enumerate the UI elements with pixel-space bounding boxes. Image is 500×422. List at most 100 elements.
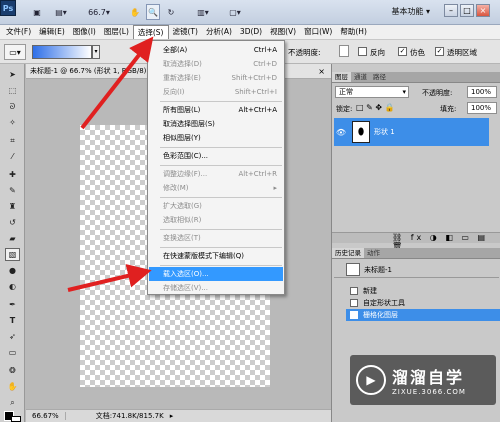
shape-tool-icon[interactable]: ▭ [5, 346, 20, 359]
menu-3d[interactable]: 3D(D) [236, 25, 266, 39]
gradient-tool-icon[interactable]: ▧ [5, 248, 20, 261]
status-arrow-icon[interactable]: ▸ [170, 412, 174, 420]
clone-stamp-icon[interactable]: ♜ [5, 200, 20, 213]
menu-separator [160, 101, 282, 102]
menu-save-selection[interactable]: 存储选区(V)... [149, 281, 283, 295]
menu-window[interactable]: 窗口(W) [300, 25, 336, 39]
menu-transform-selection[interactable]: 变换选区(T) [149, 231, 283, 245]
menu-reselect[interactable]: 重新选择(E) Shift+Ctrl+D [149, 71, 283, 85]
menu-view[interactable]: 视图(V) [266, 25, 300, 39]
screen-mode-icon[interactable]: ▢▾ [224, 4, 246, 20]
3d-rotate-icon[interactable]: ❂ [5, 364, 20, 377]
menu-item-label: 相似图层(Y) [163, 134, 201, 142]
menu-analysis[interactable]: 分析(A) [202, 25, 236, 39]
move-tool-icon[interactable]: ➤ [5, 68, 20, 81]
type-tool-icon[interactable]: T [5, 314, 20, 327]
menu-similar[interactable]: 选取相似(R) [149, 213, 283, 227]
fill-label: 填充: [440, 105, 457, 113]
zoom-level-select[interactable]: 66.7 ▾ [85, 4, 113, 20]
menu-grow[interactable]: 扩大选取(G) [149, 199, 283, 213]
history-item[interactable]: 新建 [346, 285, 500, 297]
menu-select-all[interactable]: 全部(A) Ctrl+A [149, 43, 283, 57]
menu-color-range[interactable]: 色彩范围(C)... [149, 149, 283, 163]
workspace-switcher[interactable]: 基本功能 ▾ [391, 6, 430, 17]
crop-tool-icon[interactable]: ⌗ [5, 134, 20, 147]
history-snapshot[interactable]: 未标题-1 [334, 262, 499, 278]
marquee-tool-icon[interactable]: ⬚ [5, 84, 20, 97]
menu-all-layers[interactable]: 所有图层(L) Alt+Ctrl+A [149, 103, 283, 117]
close-button[interactable]: × [476, 4, 490, 17]
dither-checkbox[interactable]: ✓ [398, 47, 407, 56]
menu-inverse[interactable]: 反向(I) Shift+Ctrl+I [149, 85, 283, 99]
magic-wand-icon[interactable]: ✧ [5, 116, 20, 129]
menu-load-selection[interactable]: 载入选区(O)... [149, 267, 283, 281]
menu-item-label: 调整边缘(F)... [163, 170, 208, 178]
menu-item-shortcut: Shift+Ctrl+I [234, 88, 277, 96]
history-item[interactable]: 栅格化图层 [346, 309, 500, 321]
status-zoom[interactable]: 66.67% [26, 412, 66, 420]
document-close-icon[interactable]: × [318, 67, 325, 76]
blend-mode-select[interactable]: 正常 ▾ [335, 86, 409, 98]
menu-item-shortcut: Alt+Ctrl+A [238, 106, 277, 114]
eraser-tool-icon[interactable]: ▰ [5, 232, 20, 245]
menu-deselect-layers[interactable]: 取消选择图层(S) [149, 117, 283, 131]
path-selection-icon[interactable]: ➶ [5, 330, 20, 343]
menu-similar-layers[interactable]: 相似图层(Y) [149, 131, 283, 145]
menu-separator [160, 229, 282, 230]
rotate-view-icon[interactable]: ↻ [164, 4, 178, 20]
menu-filter[interactable]: 滤镜(T) [169, 25, 202, 39]
menu-deselect[interactable]: 取消选择(D) Ctrl+D [149, 57, 283, 71]
lasso-tool-icon[interactable]: ᘐ [5, 100, 20, 113]
tab-history[interactable]: 历史记录 [332, 248, 364, 258]
minimize-button[interactable]: – [444, 4, 458, 17]
brush-tool-icon[interactable]: ✎ [5, 184, 20, 197]
hand-tool-icon[interactable]: ✋ [128, 4, 142, 20]
zoom-tool-box-icon[interactable]: ⌕ [5, 396, 20, 409]
eye-icon[interactable]: 👁 [334, 128, 348, 137]
fill-field[interactable]: 100% [467, 102, 497, 114]
menu-help[interactable]: 帮助(H) [336, 25, 371, 39]
layer-actions-bar[interactable]: ⛓ fx ◑ ◧ ▭ ▤ 🗑 [332, 232, 500, 251]
tab-channels[interactable]: 通道 [351, 72, 370, 82]
eyedropper-icon[interactable]: ⁄ [5, 150, 20, 163]
status-bar: 66.67% 文档:741.8K/815.7K ▸ [26, 409, 331, 422]
history-brush-icon[interactable]: ↺ [5, 216, 20, 229]
healing-brush-icon[interactable]: ✚ [5, 168, 20, 181]
menu-layer[interactable]: 图层(L) [100, 25, 133, 39]
menu-quick-mask[interactable]: 在快速蒙版模式下编辑(Q) [149, 249, 283, 263]
view-extras-icon[interactable]: ▤▾ [50, 4, 72, 20]
menu-file[interactable]: 文件(F) [0, 25, 35, 39]
opacity-field[interactable] [339, 45, 349, 57]
tab-paths[interactable]: 路径 [370, 72, 389, 82]
menu-refine-edge[interactable]: 调整边缘(F)... Alt+Ctrl+R [149, 167, 283, 181]
menu-modify[interactable]: 修改(M) ▸ [149, 181, 283, 195]
maximize-button[interactable]: □ [460, 4, 474, 17]
tab-layers[interactable]: 图层 [332, 72, 351, 82]
layer-row[interactable]: 👁 ⬮ 形状 1 [334, 118, 489, 146]
layer-thumbnail: ⬮ [352, 121, 370, 143]
arrange-documents-icon[interactable]: ▥▾ [192, 4, 214, 20]
history-item[interactable]: 自定形状工具 [346, 297, 500, 309]
pen-tool-icon[interactable]: ✒ [5, 298, 20, 311]
gradient-picker-chevron-icon[interactable]: ▾ [92, 45, 100, 59]
menu-image[interactable]: 图像(I) [69, 25, 100, 39]
submenu-arrow-icon: ▸ [273, 184, 277, 192]
tab-actions[interactable]: 动作 [364, 248, 383, 258]
reverse-checkbox[interactable] [358, 47, 367, 56]
hand-tool-box-icon[interactable]: ✋ [5, 380, 20, 393]
background-color-swatch[interactable] [11, 416, 21, 422]
bridge-icon[interactable]: ▣ [30, 4, 44, 20]
dodge-tool-icon[interactable]: ◐ [5, 280, 20, 293]
tool-preset-icon[interactable]: ▭▾ [4, 44, 26, 60]
layer-name: 形状 1 [374, 128, 395, 136]
gradient-preview[interactable] [32, 45, 92, 59]
menu-select[interactable]: 选择(S) [132, 25, 169, 39]
menu-item-label: 扩大选取(G) [163, 202, 202, 210]
menu-edit[interactable]: 编辑(E) [35, 25, 69, 39]
lock-icons[interactable]: □ ✎ ✥ 🔒 [356, 103, 395, 112]
play-logo-icon: ▶ [356, 365, 386, 395]
transparency-checkbox[interactable]: ✓ [435, 47, 444, 56]
layer-opacity-field[interactable]: 100% [467, 86, 497, 98]
zoom-tool-icon[interactable]: 🔍 [146, 4, 160, 20]
blur-tool-icon[interactable]: ● [5, 264, 20, 277]
